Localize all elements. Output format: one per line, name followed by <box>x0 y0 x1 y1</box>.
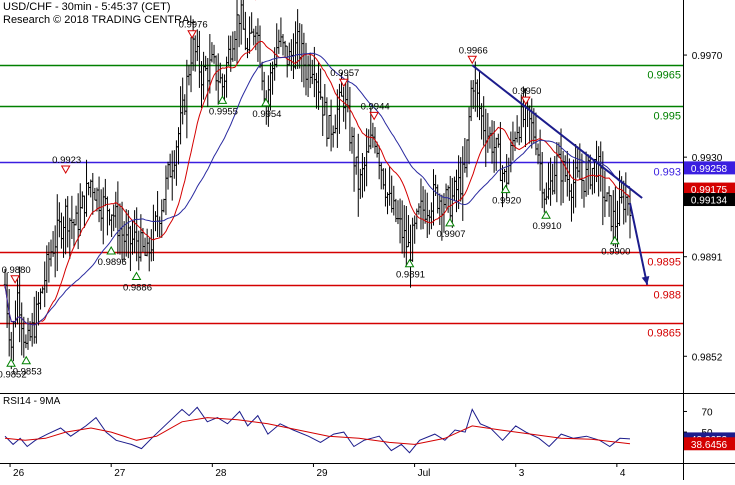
swing-high-marker <box>369 111 379 121</box>
rsi-panel-title: RSI14 - 9MA <box>3 396 61 407</box>
swing-low-label: 0.9955 <box>209 106 238 117</box>
swing-low-marker <box>131 271 142 280</box>
swing-low-label: 0.9886 <box>123 282 152 293</box>
level-label-resistance: 0.9965 <box>647 70 681 82</box>
swing-low-marker <box>217 95 228 104</box>
swing-low-label: 0.9907 <box>436 229 465 240</box>
swing-high-marker <box>60 165 71 175</box>
swing-high-label: 0.9923 <box>52 155 81 166</box>
swing-low-label: 0.9920 <box>492 196 521 207</box>
price-tag: 0.99134 <box>691 196 728 207</box>
chart-symbol-title: USD/CHF - 30min - 5:45:37 (CET) <box>3 1 171 13</box>
x-tick-label: 3 <box>519 468 525 479</box>
level-label-support: 0.988 <box>653 290 681 302</box>
level-label-support: 0.9865 <box>647 328 681 340</box>
price-tag: 0.99258 <box>691 164 728 175</box>
rsi-value-tag: 38.6456 <box>691 440 728 451</box>
swing-high-label: 0.9950 <box>512 86 541 97</box>
swing-low-label: 0.9910 <box>533 221 562 232</box>
x-tick-label: 29 <box>316 468 328 479</box>
y-tick-label: 0.9970 <box>692 51 723 62</box>
axes-layer: 0.99700.99300.98910.985226 27 28 29 Jul 3 4 <box>0 0 735 480</box>
x-tick-label: Jul <box>418 468 431 479</box>
swing-low-label: 0.9900 <box>601 247 630 258</box>
chart-credit: Research © 2018 TRADING CENTRAL <box>3 14 196 26</box>
level-label-support: 0.9895 <box>647 257 681 269</box>
y-tick-label: 0.9891 <box>692 253 723 264</box>
swing-low-marker <box>541 210 551 219</box>
swing-high-label: 0.9957 <box>330 68 359 79</box>
swing-high-label: 0.9944 <box>361 101 390 112</box>
forecast-arrow-head <box>641 276 650 285</box>
swing-high-marker <box>338 78 349 88</box>
y-tick-label: 0.9852 <box>692 352 723 363</box>
rsi-y-tick-label: 70 <box>701 407 713 418</box>
level-label-pivot: 0.993 <box>653 167 681 179</box>
forecast-arrow-shaft <box>629 202 649 285</box>
swing-high-label: 0.9966 <box>459 45 488 56</box>
chart-container: 0.9965 0.995 0.993 0.9895 0.988 0.9865 0.9852… <box>0 0 735 480</box>
x-tick-label: 28 <box>215 468 227 479</box>
swing-low-label: 0.9891 <box>396 270 425 281</box>
rsi-panel-layer: RSI14 - 9MA7050 <box>3 396 713 454</box>
price-bars-layer <box>3 0 632 370</box>
swing-low-marker <box>106 245 117 255</box>
swing-low-label: 0.9954 <box>252 109 281 120</box>
swing-high-label: 0.9880 <box>2 265 31 276</box>
x-tick-label: 27 <box>114 468 126 479</box>
swing-low-marker <box>6 358 16 367</box>
x-tick-label: 26 <box>13 468 25 479</box>
swing-low-label: 0.9853 <box>13 367 42 378</box>
x-tick-label: 4 <box>620 468 626 479</box>
price-levels-layer: 0.9965 0.995 0.993 0.9895 0.988 0.9865 <box>0 64 683 340</box>
swing-low-label: 0.9896 <box>98 257 127 268</box>
chart-canvas: 0.9965 0.995 0.993 0.9895 0.988 0.9865 0.9852… <box>0 0 735 480</box>
level-label-resistance: 0.995 <box>653 111 681 123</box>
